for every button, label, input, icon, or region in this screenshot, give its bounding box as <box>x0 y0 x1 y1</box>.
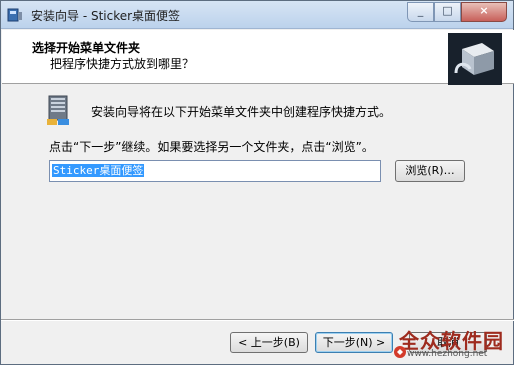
close-button[interactable]: × <box>461 2 507 22</box>
window-title: 安装向导 - Sticker桌面便签 <box>31 9 181 23</box>
intro-text: 安装向导将在以下开始菜单文件夹中创建程序快捷方式。 <box>91 105 392 119</box>
setup-app-icon <box>7 8 22 22</box>
watermark-logo-icon <box>394 346 406 358</box>
next-button[interactable]: 下一步(N) > <box>315 332 393 353</box>
instruction-text: 点击“下一步”继续。如果要选择另一个文件夹，点击“浏览”。 <box>49 140 374 154</box>
program-folder-icon <box>47 95 69 125</box>
close-icon: × <box>479 4 489 17</box>
wizard-content: 安装向导将在以下开始菜单文件夹中创建程序快捷方式。 点击“下一步”继续。如果要选… <box>1 85 514 317</box>
installer-window: 安装向导 - Sticker桌面便签 _ □ × 选择开始菜单文件夹 把程序快捷… <box>0 0 514 365</box>
site-watermark: 全众软件园 www.hezhong.net <box>393 325 511 363</box>
window-controls: _ □ × <box>407 2 507 22</box>
maximize-button[interactable]: □ <box>434 2 461 22</box>
wizard-header: 选择开始菜单文件夹 把程序快捷方式放到哪里？ <box>2 30 514 85</box>
footer-divider <box>1 319 514 321</box>
minimize-button[interactable]: _ <box>407 2 434 22</box>
folder-value: Sticker桌面便签 <box>52 164 145 177</box>
maximize-icon: □ <box>442 4 453 17</box>
installer-box-icon <box>448 33 502 85</box>
minimize-icon: _ <box>417 4 424 17</box>
page-subtitle: 把程序快捷方式放到哪里？ <box>50 57 195 71</box>
start-menu-folder-input[interactable]: Sticker桌面便签 <box>49 160 381 182</box>
page-title: 选择开始菜单文件夹 <box>32 41 141 55</box>
back-button[interactable]: < 上一步(B) <box>230 332 308 353</box>
title-bar[interactable]: 安装向导 - Sticker桌面便签 _ □ × <box>1 1 513 29</box>
browse-button[interactable]: 浏览(R)… <box>395 160 465 182</box>
watermark-url: www.hezhong.net <box>407 349 488 359</box>
